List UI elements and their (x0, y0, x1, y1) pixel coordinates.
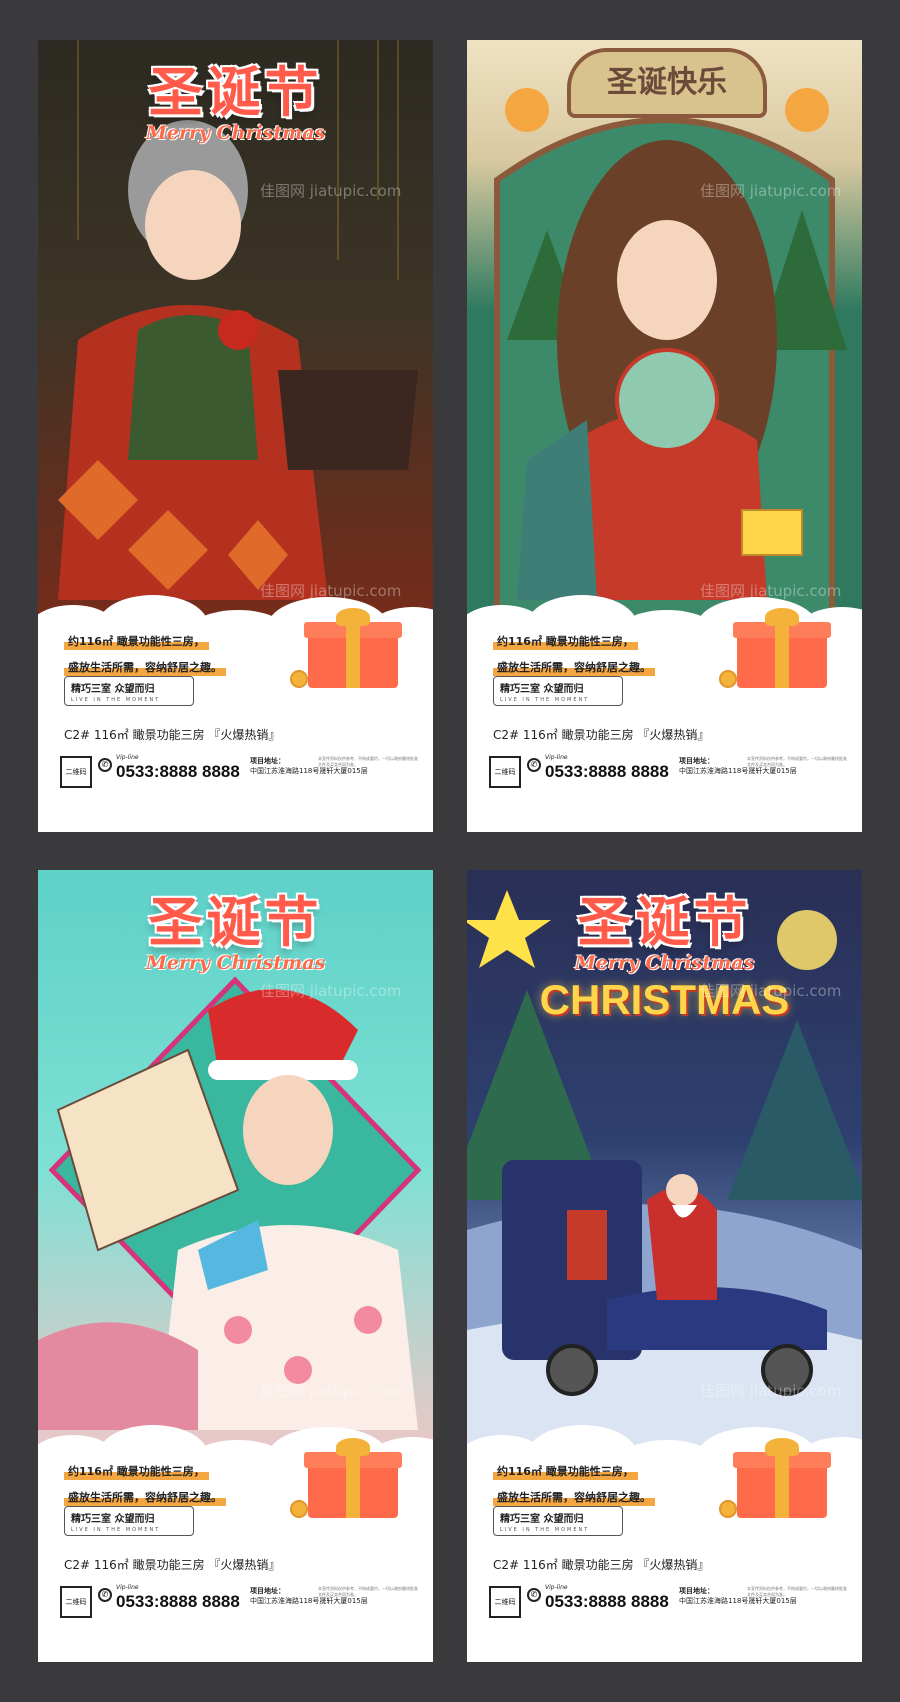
phone-number: 0533:8888 8888 (116, 1592, 240, 1611)
qr-code-placeholder: 二维码 (489, 756, 521, 788)
promo-copy: 约116㎡ 瞰景功能性三房， 盛放生活所需，容纳舒居之趣。 (493, 630, 655, 682)
title-english: Merry Christmas (145, 952, 326, 974)
coin-icon (719, 670, 737, 688)
poster-illustration: 圣诞节 Merry Christmas (38, 40, 433, 640)
poster-2: 圣诞快乐 约116㎡ 瞰景功能性三房， 盛放生活所需，容纳舒居之趣。 精巧三室 … (467, 40, 862, 832)
title-chinese: 圣诞节 (577, 891, 752, 954)
poster-illustration: 圣诞节 Merry Christmas (38, 870, 433, 1470)
disclaimer-text: 本宣传资料仅供参考，不构成要约，一切以政府最终批准文件及买卖合同为准。 (747, 756, 847, 767)
qr-code-placeholder: 二维码 (489, 1586, 521, 1618)
slogan-tag: 精巧三室 众望而归 LIVE IN THE MOMENT (493, 1506, 623, 1536)
promo-line-2: 盛放生活所需，容纳舒居之趣。 (64, 658, 226, 676)
contact-footer: 二维码 ✆ Vip-line 0533:8888 8888 项目地址： 中国江苏… (489, 1582, 847, 1626)
promo-line-1: 约116㎡ 瞰景功能性三房， (64, 632, 209, 650)
slogan-text: 精巧三室 众望而归 (71, 1514, 155, 1525)
phone-number: 0533:8888 8888 (545, 762, 669, 781)
reindeer-girl-illustration (494, 88, 847, 640)
slogan-subtext: LIVE IN THE MOMENT (71, 1527, 161, 1533)
coin-icon (719, 1500, 737, 1518)
phone-number: 0533:8888 8888 (545, 1592, 669, 1611)
title-chinese: 圣诞节 (148, 891, 323, 954)
vip-line-label: Vip-line (545, 754, 568, 761)
contact-footer: 二维码 ✆ Vip-line 0533:8888 8888 项目地址： 中国江苏… (60, 752, 418, 796)
poster-illustration: 圣诞节 Merry Christmas CHRISTMAS (467, 870, 862, 1470)
promo-line-2: 盛放生活所需，容纳舒居之趣。 (493, 1488, 655, 1506)
gift-box-icon (733, 608, 831, 688)
phone-number: 0533:8888 8888 (116, 762, 240, 781)
promo-line-1: 约116㎡ 瞰景功能性三房， (493, 1462, 638, 1480)
coin-icon (290, 1500, 308, 1518)
slogan-text: 精巧三室 众望而归 (500, 684, 584, 695)
gift-box-icon (733, 1438, 831, 1518)
promo-line-1: 约116㎡ 瞰景功能性三房， (64, 1462, 209, 1480)
contact-footer: 二维码 ✆ Vip-line 0533:8888 8888 项目地址： 中国江苏… (60, 1582, 418, 1626)
qr-code-placeholder: 二维码 (60, 756, 92, 788)
disclaimer-text: 本宣传资料仅供参考，不构成要约，一切以政府最终批准文件及买卖合同为准。 (318, 756, 418, 767)
product-line: C2# 116㎡ 瞰景功能三房 『火爆热销』 (64, 1558, 281, 1572)
gift-box-icon (304, 608, 402, 688)
poster-illustration: 圣诞快乐 (467, 40, 862, 640)
vip-line-label: Vip-line (116, 1584, 139, 1591)
slogan-tag: 精巧三室 众望而归 LIVE IN THE MOMENT (64, 1506, 194, 1536)
title-christmas-neon: CHRISTMAS (539, 976, 790, 1023)
phone-icon: ✆ (527, 758, 541, 772)
poster-4: 圣诞节 Merry Christmas CHRISTMAS 约116㎡ 瞰景功能… (467, 870, 862, 1662)
slogan-text: 精巧三室 众望而归 (71, 684, 155, 695)
title-banner: 圣诞快乐 (567, 48, 767, 118)
promo-copy: 约116㎡ 瞰景功能性三房， 盛放生活所需，容纳舒居之趣。 (64, 630, 226, 682)
disclaimer-text: 本宣传资料仅供参考，不构成要约，一切以政府最终批准文件及买卖合同为准。 (747, 1586, 847, 1597)
slogan-text: 精巧三室 众望而归 (500, 1514, 584, 1525)
coin-icon (290, 670, 308, 688)
poster-3: 圣诞节 Merry Christmas 约116㎡ 瞰景功能性三房， 盛放生活所… (38, 870, 433, 1662)
vip-line-label: Vip-line (545, 1584, 568, 1591)
qr-code-placeholder: 二维码 (60, 1586, 92, 1618)
address-label: 项目地址： (679, 1587, 714, 1595)
promo-copy: 约116㎡ 瞰景功能性三房， 盛放生活所需，容纳舒居之趣。 (64, 1460, 226, 1512)
title-english: Merry Christmas (574, 952, 755, 974)
product-line: C2# 116㎡ 瞰景功能三房 『火爆热销』 (64, 728, 281, 742)
contact-footer: 二维码 ✆ Vip-line 0533:8888 8888 项目地址： 中国江苏… (489, 752, 847, 796)
title-chinese: 圣诞节 (148, 61, 323, 124)
promo-copy: 约116㎡ 瞰景功能性三房， 盛放生活所需，容纳舒居之趣。 (493, 1460, 655, 1512)
promo-line-2: 盛放生活所需，容纳舒居之趣。 (493, 658, 655, 676)
address-label: 项目地址： (250, 757, 285, 765)
title-english: Merry Christmas (145, 122, 326, 144)
slogan-subtext: LIVE IN THE MOMENT (500, 697, 590, 703)
product-line: C2# 116㎡ 瞰景功能三房 『火爆热销』 (493, 728, 710, 742)
slogan-subtext: LIVE IN THE MOMENT (71, 697, 161, 703)
phone-icon: ✆ (98, 1588, 112, 1602)
vip-line-label: Vip-line (116, 754, 139, 761)
address-label: 项目地址： (679, 757, 714, 765)
product-line: C2# 116㎡ 瞰景功能三房 『火爆热销』 (493, 1558, 710, 1572)
poster-1: 圣诞节 Merry Christmas 约116㎡ 瞰景功能性三房， 盛放生活所… (38, 40, 433, 832)
slogan-subtext: LIVE IN THE MOMENT (500, 1527, 590, 1533)
slogan-tag: 精巧三室 众望而归 LIVE IN THE MOMENT (64, 676, 194, 706)
address-label: 项目地址： (250, 1587, 285, 1595)
gift-box-icon (304, 1438, 402, 1518)
promo-line-2: 盛放生活所需，容纳舒居之趣。 (64, 1488, 226, 1506)
phone-icon: ✆ (527, 1588, 541, 1602)
promo-line-1: 约116㎡ 瞰景功能性三房， (493, 632, 638, 650)
phone-icon: ✆ (98, 758, 112, 772)
disclaimer-text: 本宣传资料仅供参考，不构成要约，一切以政府最终批准文件及买卖合同为准。 (318, 1586, 418, 1597)
slogan-tag: 精巧三室 众望而归 LIVE IN THE MOMENT (493, 676, 623, 706)
